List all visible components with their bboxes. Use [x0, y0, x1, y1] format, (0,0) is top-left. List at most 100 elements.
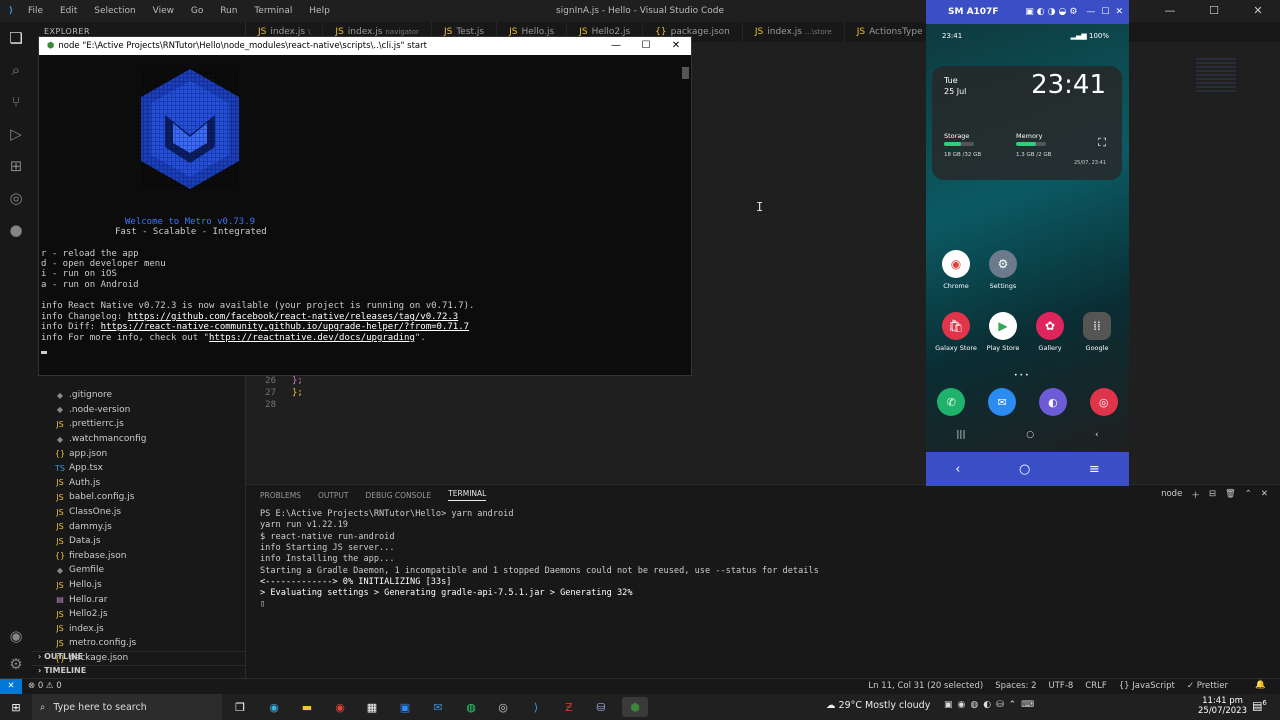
split-terminal-icon[interactable]: ⊟	[1209, 489, 1216, 501]
nav-back-icon[interactable]: ‹	[955, 462, 960, 477]
messages-app-icon[interactable]: ✉	[988, 388, 1017, 416]
minimap[interactable]	[1196, 58, 1236, 94]
tab-output[interactable]: OUTPUT	[318, 491, 349, 500]
file-item[interactable]: JS Hello.js	[54, 578, 101, 593]
app-chrome[interactable]: ◉ Chrome	[934, 250, 978, 290]
file-item[interactable]: JS index.js	[54, 622, 103, 637]
indentation[interactable]: Spaces: 2	[995, 681, 1036, 691]
camera-app-icon[interactable]: ◎	[1089, 388, 1118, 416]
taskbar-clock[interactable]: 11:41 pm 25/07/2023	[1198, 696, 1247, 716]
menu-file[interactable]: File	[28, 6, 43, 16]
changelog-link[interactable]: https://github.com/facebook/react-native…	[128, 312, 459, 322]
menu-edit[interactable]: Edit	[60, 6, 77, 16]
problems-count[interactable]: ⊗ 0 ⚠ 0	[28, 681, 62, 691]
menu-view[interactable]: View	[153, 6, 174, 16]
menu-go[interactable]: Go	[191, 6, 203, 16]
file-item[interactable]: JS Auth.js	[54, 476, 100, 491]
search-icon[interactable]: ⌕	[0, 54, 32, 86]
edge-icon[interactable]: ◉	[264, 697, 284, 717]
task-view-icon[interactable]: ❐	[230, 697, 250, 717]
close-button[interactable]: ✕	[1236, 0, 1280, 22]
windows-start-icon[interactable]: ⊞	[6, 697, 26, 717]
tray-icons[interactable]: ▣◉◍◐⛁⌃⌨	[944, 700, 1039, 710]
file-item[interactable]: JS metro.config.js	[54, 636, 136, 651]
whatsapp-icon[interactable]: ◍	[461, 697, 481, 717]
zoom-icon[interactable]: ▣	[395, 697, 415, 717]
language-mode[interactable]: {} JavaScript	[1119, 681, 1175, 691]
tab-index-js-store[interactable]: JS index.js ...\store	[743, 22, 845, 42]
cursor-position[interactable]: Ln 11, Col 31 (20 selected)	[868, 681, 983, 691]
remote-indicator-icon[interactable]: ✕	[0, 679, 22, 694]
file-item[interactable]: {} firebase.json	[54, 549, 127, 564]
obs-icon[interactable]: ◎	[493, 697, 513, 717]
vscode-taskbar-icon[interactable]: ⟩	[526, 697, 546, 717]
tab-problems[interactable]: PROBLEMS	[260, 491, 301, 500]
encoding[interactable]: UTF-8	[1049, 681, 1074, 691]
nav-menu-icon[interactable]: ≡	[1089, 462, 1100, 477]
tab-debug-console[interactable]: DEBUG CONSOLE	[366, 491, 432, 500]
minimize-button[interactable]: —	[1148, 0, 1192, 22]
tab-actionstype[interactable]: JS ActionsType	[845, 22, 936, 42]
diff-link[interactable]: https://react-native-community.github.io…	[101, 322, 469, 332]
github-icon[interactable]: ●	[0, 214, 32, 246]
file-item[interactable]: JS ClassOne.js	[54, 505, 121, 520]
file-explorer-icon[interactable]: ▬	[297, 697, 317, 717]
file-item[interactable]: JS Hello2.js	[54, 607, 107, 622]
nav-home-icon[interactable]: ○	[1019, 462, 1030, 477]
file-item[interactable]: JS Data.js	[54, 534, 100, 549]
back-icon[interactable]: ‹	[1095, 430, 1099, 446]
phone-app-icon[interactable]: ✆	[937, 388, 966, 416]
maximize-button[interactable]: ☐	[1192, 0, 1236, 22]
run-debug-icon[interactable]: ▷	[0, 118, 32, 150]
console-close-button[interactable]: ✕	[661, 37, 691, 55]
file-item[interactable]: JS babel.config.js	[54, 490, 134, 505]
filezilla-icon[interactable]: Ƶ	[559, 697, 579, 717]
notifications-bell-icon[interactable]: 🔔	[1255, 680, 1266, 690]
notification-center-icon[interactable]: ▤6	[1252, 699, 1267, 713]
app-settings[interactable]: ⚙ Settings	[981, 250, 1025, 290]
app-gallery[interactable]: ✿ Gallery	[1028, 312, 1072, 352]
network-tool-icon[interactable]: ⛁	[591, 697, 611, 717]
file-item[interactable]: JS .prettierrc.js	[54, 417, 123, 432]
file-item[interactable]: ▤ Hello.rar	[54, 592, 107, 607]
prettier-status[interactable]: ✓ Prettier	[1187, 681, 1228, 691]
source-control-icon[interactable]: ⑂	[0, 86, 32, 118]
timeline-section[interactable]: › TIMELINE	[32, 665, 246, 679]
clock-widget[interactable]: Tue 25 Jul 23:41 Storage 18 GB /32 GB Me…	[932, 66, 1122, 180]
file-item[interactable]: ◆ Gemfile	[54, 563, 104, 578]
weather-widget[interactable]: ☁ 29°C Mostly cloudy	[826, 700, 930, 711]
remote-icon[interactable]: ◎	[0, 182, 32, 214]
app-google-folder[interactable]: ⁞⁞ Google	[1075, 312, 1119, 352]
app-play-store[interactable]: ▶ Play Store	[981, 312, 1025, 352]
internet-app-icon[interactable]: ◐	[1038, 388, 1067, 416]
file-item[interactable]: ◆ .node-version	[54, 403, 130, 418]
menu-selection[interactable]: Selection	[94, 6, 135, 16]
docs-link[interactable]: https://reactnative.dev/docs/upgrading	[209, 333, 415, 343]
menu-terminal[interactable]: Terminal	[254, 6, 292, 16]
chrome-taskbar-icon[interactable]: ◉	[330, 697, 350, 717]
menu-run[interactable]: Run	[220, 6, 237, 16]
outline-section[interactable]: › OUTLINE	[32, 651, 246, 665]
extensions-icon[interactable]: ⊞	[0, 150, 32, 182]
console-scrollbar[interactable]	[682, 67, 689, 79]
maximize-panel-icon[interactable]: ⌃	[1245, 489, 1252, 501]
recents-icon[interactable]: |||	[956, 430, 965, 446]
app-galaxy-store[interactable]: 🛍 Galaxy Store	[934, 312, 978, 352]
mail-icon[interactable]: ✉	[428, 697, 448, 717]
kill-terminal-icon[interactable]: 🗑	[1225, 489, 1236, 501]
manage-gear-icon[interactable]: ⚙	[0, 648, 32, 680]
phone-window-controls[interactable]: —☐✕	[1086, 7, 1129, 17]
cleanup-icon[interactable]: ⛶	[1098, 136, 1106, 150]
console-maximize-button[interactable]: ☐	[631, 37, 661, 55]
store-icon[interactable]: ▦	[362, 697, 382, 717]
node-taskbar-icon[interactable]: ⬢	[622, 697, 648, 717]
taskbar-search[interactable]: ⌕ Type here to search	[32, 694, 222, 720]
home-icon[interactable]: ○	[1026, 430, 1034, 446]
menu-help[interactable]: Help	[309, 6, 330, 16]
close-panel-icon[interactable]: ✕	[1261, 489, 1268, 501]
console-minimize-button[interactable]: —	[601, 37, 631, 55]
terminal-node-label[interactable]: node	[1161, 489, 1182, 501]
line-ending[interactable]: CRLF	[1085, 681, 1106, 691]
file-item[interactable]: JS dammy.js	[54, 519, 112, 534]
explorer-icon[interactable]: ❏	[0, 22, 32, 54]
